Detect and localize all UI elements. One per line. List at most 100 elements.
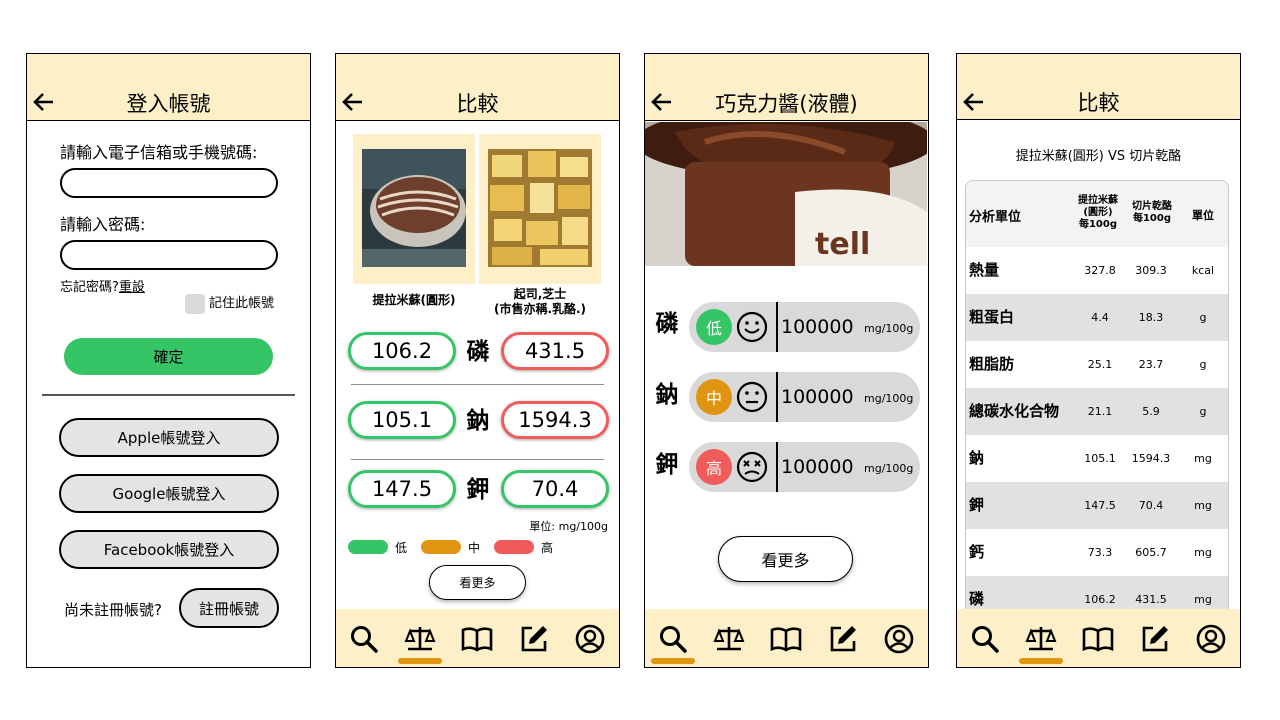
food1-value: 4.4 [1091, 311, 1109, 324]
remember-label: 記住此帳號 [209, 296, 275, 311]
nutrient-label: 鉀 [655, 452, 679, 478]
level-badge-high: 高 [696, 449, 732, 485]
tiramisu-photo [362, 149, 466, 267]
right-value-pill: 70.4 [501, 470, 609, 508]
login-header: 登入帳號 [27, 54, 310, 121]
food1-photo-frame [353, 134, 475, 284]
bottom-nav [336, 609, 619, 667]
unit-value: g [1199, 358, 1207, 371]
scale-icon[interactable] [404, 623, 436, 655]
legend-high-label: 高 [541, 541, 554, 555]
facebook-login-button[interactable]: Facebook帳號登入 [59, 530, 279, 569]
scale-icon[interactable] [1025, 623, 1057, 655]
book-icon[interactable] [1082, 623, 1114, 655]
remember-checkbox[interactable] [185, 294, 205, 314]
password-label: 請輸入密碼: [60, 215, 146, 234]
food2-value: 605.7 [1135, 546, 1167, 559]
email-input[interactable] [60, 168, 278, 198]
row-separator [776, 372, 778, 422]
register-button[interactable]: 註冊帳號 [179, 588, 279, 628]
food2-name-line2: (市售亦稱.乳酪.) [493, 302, 587, 316]
food-detail-screen: 巧克力醬(液體) tell 磷 低 100000 mg/100g 鈉 中 100… [644, 53, 929, 668]
food2-value: 70.4 [1138, 499, 1164, 512]
unit-note: 單位: mg/100g [529, 520, 608, 533]
reset-link[interactable]: 重設 [119, 280, 145, 295]
nutrient-value: 100000 [781, 386, 854, 408]
table-row: 總碳水化合物 21.1 5.9 g [966, 388, 1228, 435]
page-title: 巧克力醬(液體) [715, 92, 858, 116]
col-header-food1: 提拉米蘇 (圓形) 每100g [1070, 195, 1126, 231]
detail-header: 巧克力醬(液體) [645, 54, 928, 121]
left-value-pill: 106.2 [348, 332, 456, 370]
nutrient-name: 粗脂肪 [969, 355, 1015, 373]
email-label: 請輸入電子信箱或手機號碼: [60, 143, 258, 162]
search-icon[interactable] [348, 623, 380, 655]
unit-value: mg [1194, 546, 1212, 559]
left-value-pill: 147.5 [348, 470, 456, 508]
search-icon[interactable] [969, 623, 1001, 655]
row-divider [351, 384, 604, 385]
unit-value: g [1199, 405, 1207, 418]
book-icon[interactable] [461, 623, 493, 655]
apple-login-button[interactable]: Apple帳號登入 [59, 418, 279, 457]
table-row: 鈉 105.1 1594.3 mg [966, 435, 1228, 482]
table-row: 粗蛋白 4.4 18.3 g [966, 294, 1228, 341]
login-screen: 登入帳號 請輸入電子信箱或手機號碼: 請輸入密碼: 忘記密碼?重設 記住此帳號 … [26, 53, 311, 668]
right-value-pill: 431.5 [501, 332, 609, 370]
neutral-face-icon [736, 381, 768, 413]
food1-value: 327.8 [1084, 264, 1116, 277]
comparison-subtitle: 提拉米蘇(圓形) VS 切片乾酪 [1015, 149, 1182, 164]
edit-icon[interactable] [518, 623, 550, 655]
forgot-text: 忘記密碼? [60, 280, 119, 295]
google-login-button[interactable]: Google帳號登入 [59, 474, 279, 513]
book-icon[interactable] [770, 623, 802, 655]
food1-value: 147.5 [1084, 499, 1116, 512]
legend-mid-swatch [421, 540, 461, 554]
nutrient-name: 鈣 [969, 543, 985, 561]
profile-icon[interactable] [574, 623, 606, 655]
col-header-food2: 切片乾酪 每100g [1126, 201, 1178, 225]
nutrient-value: 100000 [781, 316, 854, 338]
happy-face-icon [736, 311, 768, 343]
legend-high-swatch [494, 540, 534, 554]
nutrient-row: 高 100000 mg/100g [689, 442, 920, 492]
food1-value: 73.3 [1087, 546, 1113, 559]
table-row: 鈣 73.3 605.7 mg [966, 529, 1228, 576]
food1-name: 提拉米蘇(圓形) [372, 293, 456, 307]
food2-value: 18.3 [1138, 311, 1164, 324]
table-row: 鉀 147.5 70.4 mg [966, 482, 1228, 529]
profile-icon[interactable] [883, 623, 915, 655]
edit-icon[interactable] [827, 623, 859, 655]
left-value-pill: 105.1 [348, 401, 456, 439]
see-more-button[interactable]: 看更多 [718, 536, 853, 582]
profile-icon[interactable] [1195, 623, 1227, 655]
table-row: 粗脂肪 25.1 23.7 g [966, 341, 1228, 388]
page-title: 比較 [1077, 91, 1120, 115]
see-more-button[interactable]: 看更多 [429, 565, 526, 600]
edit-icon[interactable] [1139, 623, 1171, 655]
food1-value: 21.1 [1087, 405, 1113, 418]
col-header-unit: 單位 [1192, 209, 1214, 222]
table-header-row: 分析單位 提拉米蘇 (圓形) 每100g 切片乾酪 每100g 單位 [966, 181, 1228, 247]
nutrient-row: 中 100000 mg/100g [689, 372, 920, 422]
table-row: 熱量 327.8 309.3 kcal [966, 247, 1228, 294]
col-header-food1-line1: 提拉米蘇 [1078, 195, 1118, 206]
page-title: 比較 [456, 92, 499, 116]
col-header-food1-line3: 每100g [1078, 219, 1118, 230]
cheese-photo [488, 149, 592, 267]
level-badge-mid: 中 [696, 379, 732, 415]
confirm-button[interactable]: 確定 [64, 338, 273, 375]
forgot-password: 忘記密碼?重設 [60, 280, 145, 296]
scale-icon[interactable] [713, 623, 745, 655]
nutrient-unit: mg/100g [864, 462, 914, 475]
food2-value: 23.7 [1138, 358, 1164, 371]
nutrient-name: 粗蛋白 [969, 308, 1015, 326]
bottom-nav [645, 609, 928, 667]
food2-name: 起司,芝士 (市售亦稱.乳酪.) [479, 287, 601, 317]
food2-value: 5.9 [1142, 405, 1160, 418]
active-tab-indicator [651, 658, 695, 664]
search-icon[interactable] [657, 623, 689, 655]
nutrient-unit: mg/100g [864, 392, 914, 405]
password-input[interactable] [60, 240, 278, 270]
compare-header: 比較 [336, 54, 619, 121]
